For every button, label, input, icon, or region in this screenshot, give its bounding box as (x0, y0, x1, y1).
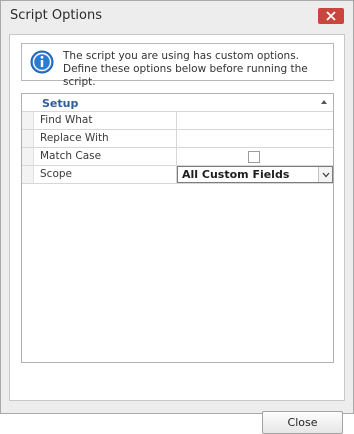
window-title: Script Options (10, 8, 102, 23)
property-row-find-what: Find What (22, 112, 333, 130)
category-label: Setup (42, 97, 79, 110)
property-label: Find What (40, 114, 93, 126)
info-message: The script you are using has custom opti… (63, 50, 308, 88)
property-label: Match Case (40, 150, 102, 162)
close-icon (326, 11, 336, 21)
property-label: Scope (40, 168, 72, 180)
property-grid: Setup Find What Replace With Match Case … (21, 93, 334, 363)
info-icon (30, 50, 54, 74)
info-message-box: The script you are using has custom opti… (21, 43, 334, 88)
title-bar: Script Options (1, 1, 353, 31)
find-what-input[interactable] (177, 112, 333, 129)
content-panel: The script you are using has custom opti… (9, 34, 345, 434)
script-options-window: Script Options The script you are using … (0, 0, 354, 434)
window-close-button[interactable] (318, 8, 344, 24)
chevron-down-icon (322, 172, 329, 177)
match-case-checkbox[interactable] (248, 151, 260, 163)
category-setup[interactable]: Setup (22, 94, 333, 112)
collapse-icon[interactable] (321, 100, 327, 104)
property-row-match-case: Match Case (22, 148, 333, 166)
scope-dropdown-button[interactable] (318, 167, 332, 182)
scope-selected-value: All Custom Fields (182, 168, 290, 181)
replace-with-input[interactable] (177, 130, 333, 147)
property-label: Replace With (40, 132, 109, 144)
scope-select[interactable]: All Custom Fields (177, 166, 333, 183)
property-row-replace-with: Replace With (22, 130, 333, 148)
property-row-scope: Scope All Custom Fields (22, 166, 333, 184)
close-button[interactable]: Close (262, 411, 343, 434)
